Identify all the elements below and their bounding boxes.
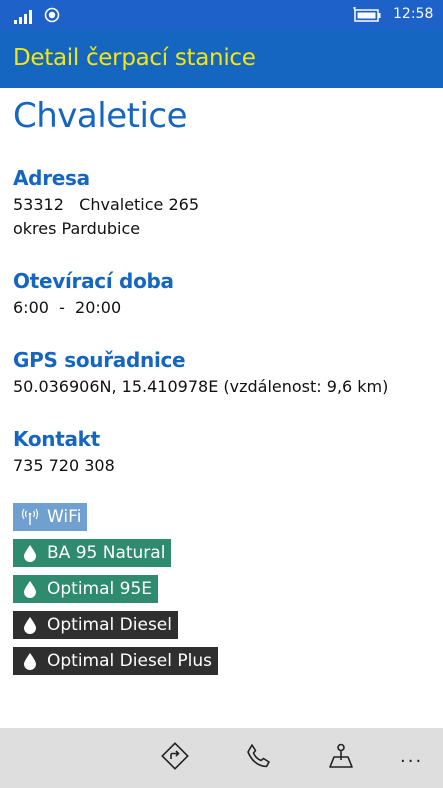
app-bar: ...: [0, 728, 443, 788]
fuel-drop-icon: [13, 611, 47, 639]
gps-heading: GPS souřadnice: [13, 348, 186, 372]
call-button[interactable]: [242, 742, 274, 774]
address-line1: 53312 Chvaletice 265: [13, 195, 200, 214]
fuel-drop-icon: [13, 539, 47, 567]
status-time: 12:58: [393, 6, 434, 22]
opening-hours-value: 6:00 - 20:00: [13, 298, 122, 317]
tag-label: BA 95 Natural: [47, 543, 166, 563]
tag-wifi: WiFi: [13, 503, 88, 531]
tag-fuel: BA 95 Natural: [13, 539, 172, 567]
more-button[interactable]: ...: [400, 746, 423, 767]
page-title: Detail čerpací stanice: [13, 45, 256, 71]
address-heading: Adresa: [13, 166, 90, 190]
directions-button[interactable]: [159, 742, 191, 774]
tag-fuel: Optimal Diesel: [13, 611, 178, 639]
battery-charging-icon: [352, 7, 382, 23]
wifi-antenna-icon: [13, 503, 47, 531]
opening-hours-heading: Otevírací doba: [13, 269, 174, 293]
address-line2: okres Pardubice: [13, 219, 141, 238]
station-name: Chvaletice: [13, 96, 188, 136]
directions-icon: [161, 742, 189, 774]
location-icon: [44, 7, 60, 23]
fuel-drop-icon: [13, 647, 47, 675]
contact-phone[interactable]: 735 720 308: [13, 456, 115, 475]
tag-label: Optimal 95E: [47, 579, 153, 599]
phone-icon: [244, 742, 272, 774]
signal-bars-icon: [14, 9, 36, 24]
fuel-drop-icon: [13, 575, 47, 603]
map-button[interactable]: [325, 742, 357, 774]
status-bar: 12:58: [0, 0, 443, 30]
contact-heading: Kontakt: [13, 427, 100, 451]
tag-label: Optimal Diesel Plus: [47, 651, 212, 671]
map-pin-icon: [327, 742, 355, 774]
tag-fuel: Optimal Diesel Plus: [13, 647, 218, 675]
gps-value: 50.036906N, 15.410978E (vzdálenost: 9,6 …: [13, 377, 389, 396]
tag-label: Optimal Diesel: [47, 615, 172, 635]
app-header: Detail čerpací stanice: [0, 30, 443, 88]
tag-fuel: Optimal 95E: [13, 575, 159, 603]
tag-label: WiFi: [47, 507, 82, 527]
